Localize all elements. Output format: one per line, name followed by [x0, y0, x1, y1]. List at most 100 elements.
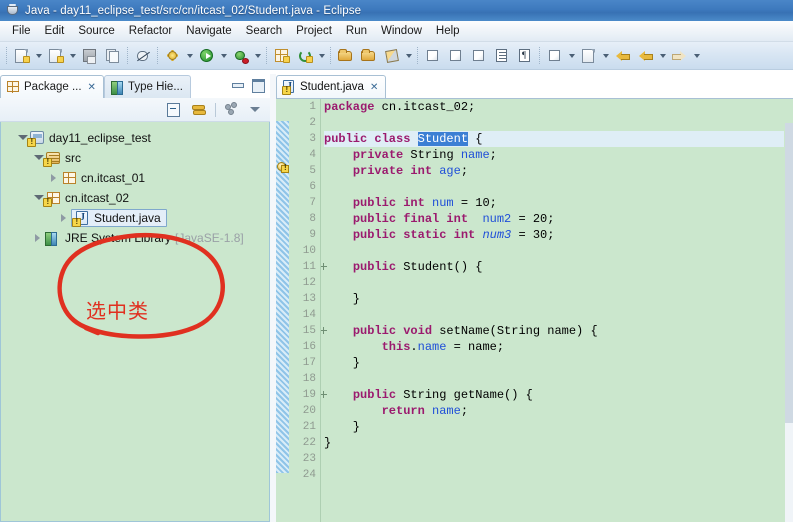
tree-item-src[interactable]: src: [1, 148, 269, 168]
code-line[interactable]: return name;: [324, 403, 784, 419]
new-dropdown-icon[interactable]: [33, 45, 44, 67]
tree-item-jre-system-library[interactable]: JRE System Library [JavaSE-1.8]: [1, 228, 269, 248]
code-token: public static int: [352, 228, 476, 242]
new-window-icon[interactable]: [578, 45, 599, 67]
code-line[interactable]: }: [324, 355, 784, 371]
save-icon[interactable]: [79, 45, 100, 67]
close-icon[interactable]: ✕: [88, 82, 96, 93]
code-line[interactable]: this.name = name;: [324, 339, 784, 355]
code-line[interactable]: public void setName(String name) {: [324, 323, 784, 339]
coverage-dropdown-icon[interactable]: [252, 45, 263, 67]
code-line[interactable]: [324, 451, 784, 467]
debug-dropdown-icon[interactable]: [184, 45, 195, 67]
pin-editor-icon[interactable]: [544, 45, 565, 67]
link-with-editor-icon[interactable]: [191, 102, 206, 117]
new-icon[interactable]: [11, 45, 32, 67]
twisty-icon[interactable]: [57, 211, 71, 225]
forward-icon[interactable]: [669, 45, 690, 67]
open-type-icon[interactable]: [335, 45, 356, 67]
view-menu-icon[interactable]: [249, 103, 262, 116]
annotation-label: 选中类: [86, 299, 149, 323]
run-icon[interactable]: [196, 45, 217, 67]
show-whitespace-icon[interactable]: ¶: [514, 45, 535, 67]
new-package-icon[interactable]: [271, 45, 292, 67]
code-content[interactable]: package cn.itcast_02; public class Stude…: [324, 99, 784, 522]
new-java-project-dropdown-icon[interactable]: [67, 45, 78, 67]
maximize-panel-button[interactable]: [251, 78, 265, 93]
last-edit-location-icon[interactable]: [468, 45, 489, 67]
save-all-icon[interactable]: [102, 45, 123, 67]
code-line[interactable]: }: [324, 291, 784, 307]
warning-marker-icon[interactable]: [277, 161, 289, 174]
code-line[interactable]: }: [324, 435, 784, 451]
new-window-dropdown-icon[interactable]: [600, 45, 611, 67]
code-line[interactable]: private int age;: [324, 163, 784, 179]
java-project-icon: [27, 130, 46, 147]
back-history-icon[interactable]: [635, 45, 656, 67]
code-line[interactable]: [324, 179, 784, 195]
tab-package-explorer[interactable]: Package ... ✕: [0, 75, 104, 98]
menu-edit[interactable]: Edit: [38, 23, 72, 39]
code-line[interactable]: [324, 307, 784, 323]
menu-help[interactable]: Help: [429, 23, 467, 39]
external-tools-icon[interactable]: [294, 45, 315, 67]
previous-annotation-icon[interactable]: [445, 45, 466, 67]
coverage-icon[interactable]: [230, 45, 251, 67]
back-icon[interactable]: [612, 45, 633, 67]
search-icon[interactable]: [381, 45, 402, 67]
open-task-icon[interactable]: [358, 45, 379, 67]
code-line[interactable]: [324, 371, 784, 387]
twisty-icon[interactable]: [47, 171, 61, 185]
code-line[interactable]: [324, 115, 784, 131]
tree-item-student-java[interactable]: Student.java: [1, 208, 269, 228]
next-annotation-icon[interactable]: [422, 45, 443, 67]
code-line[interactable]: [324, 275, 784, 291]
new-java-project-icon[interactable]: [45, 45, 66, 67]
menu-search[interactable]: Search: [239, 23, 289, 39]
selected-item-box[interactable]: Student.java: [71, 209, 167, 227]
menu-refactor[interactable]: Refactor: [122, 23, 179, 39]
toggle-mark-occurrences-icon[interactable]: [132, 45, 153, 67]
code-line[interactable]: public int num = 10;: [324, 195, 784, 211]
menu-navigate[interactable]: Navigate: [179, 23, 238, 39]
code-line[interactable]: public static int num3 = 30;: [324, 227, 784, 243]
tab-student-java[interactable]: Student.java ✕: [276, 75, 387, 98]
code-line[interactable]: private String name;: [324, 147, 784, 163]
menu-file[interactable]: File: [5, 23, 38, 39]
close-icon[interactable]: ✕: [370, 82, 378, 93]
scrollbar-thumb[interactable]: [785, 123, 793, 423]
line-number: 10: [302, 245, 316, 257]
toggle-block-selection-icon[interactable]: [491, 45, 512, 67]
code-line[interactable]: public class Student {: [324, 131, 784, 147]
run-dropdown-icon[interactable]: [218, 45, 229, 67]
tree-item-package-itcast02[interactable]: cn.itcast_02: [1, 188, 269, 208]
code-line[interactable]: public final int num2 = 20;: [324, 211, 784, 227]
code-line[interactable]: public String getName() {: [324, 387, 784, 403]
menu-run[interactable]: Run: [339, 23, 374, 39]
focus-on-active-task-icon[interactable]: [225, 102, 240, 117]
menu-source[interactable]: Source: [71, 23, 121, 39]
menu-window[interactable]: Window: [374, 23, 429, 39]
collapse-all-icon[interactable]: [167, 102, 182, 117]
forward-dropdown-icon[interactable]: [691, 45, 702, 67]
menu-project[interactable]: Project: [289, 23, 339, 39]
back-dropdown-icon[interactable]: [657, 45, 668, 67]
code-line[interactable]: public Student() {: [324, 259, 784, 275]
twisty-icon[interactable]: [31, 231, 45, 245]
tab-type-hierarchy[interactable]: Type Hie...: [103, 75, 191, 98]
editor-vertical-scrollbar[interactable]: [785, 123, 793, 522]
editor-marker-bar[interactable]: [276, 99, 289, 522]
pin-editor-dropdown-icon[interactable]: [566, 45, 577, 67]
external-tools-dropdown-icon[interactable]: [316, 45, 327, 67]
search-dropdown-icon[interactable]: [403, 45, 414, 67]
minimize-panel-button[interactable]: [231, 78, 244, 91]
tree-item-project[interactable]: day11_eclipse_test: [1, 128, 269, 148]
code-line[interactable]: [324, 243, 784, 259]
code-line[interactable]: package cn.itcast_02;: [324, 99, 784, 115]
menu-bar: File Edit Source Refactor Navigate Searc…: [0, 21, 793, 42]
code-line[interactable]: [324, 467, 784, 483]
tree-item-package-itcast01[interactable]: cn.itcast_01: [1, 168, 269, 188]
code-line[interactable]: }: [324, 419, 784, 435]
debug-icon[interactable]: [162, 45, 183, 67]
